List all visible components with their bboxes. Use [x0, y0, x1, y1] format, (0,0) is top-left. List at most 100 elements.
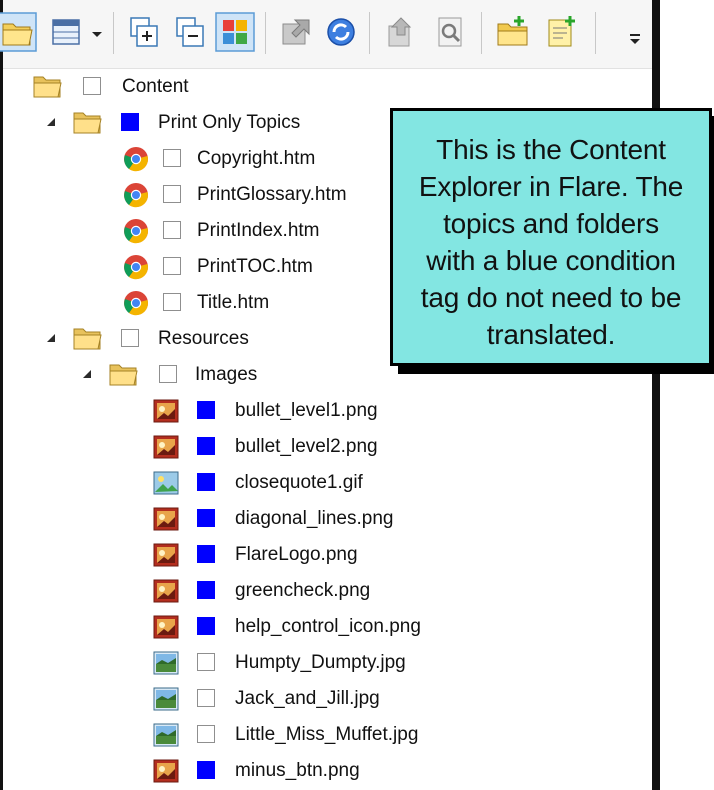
new-topic-icon[interactable] [541, 12, 581, 52]
condition-tag-empty [163, 185, 181, 203]
search-icon[interactable] [431, 12, 471, 52]
condition-tag-empty [163, 293, 181, 311]
tree-item-label: Title.htm [197, 292, 270, 313]
chrome-topic-icon [123, 218, 153, 244]
png-image-icon [153, 615, 183, 641]
toolbar-separator [265, 12, 266, 54]
tree-row-file[interactable]: bullet_level1.png [3, 392, 643, 429]
png-image-icon [153, 435, 183, 461]
show-files-icon[interactable] [215, 12, 255, 52]
tree-row-file[interactable]: FlareLogo.png [3, 536, 643, 573]
toolbar-separator [369, 12, 370, 54]
layout-icon[interactable] [47, 12, 87, 52]
tree-row-file[interactable]: Humpty_Dumpty.jpg [3, 644, 643, 681]
tree-row-file[interactable]: bullet_level2.png [3, 428, 643, 465]
dropdown-arrow-icon[interactable] [89, 12, 105, 52]
condition-tag-empty [163, 149, 181, 167]
png-image-icon [153, 507, 183, 533]
refresh-icon[interactable] [321, 12, 361, 52]
content-explorer-toolbar [0, 0, 653, 69]
jpg-image-icon [153, 687, 183, 713]
tree-item-label: Copyright.htm [197, 148, 316, 169]
tree-item-label: closequote1.gif [235, 472, 363, 493]
tree-item-label: help_control_icon.png [235, 616, 421, 637]
condition-tag-empty [163, 221, 181, 239]
folder-icon [73, 325, 103, 351]
toolbar-separator [481, 12, 482, 54]
chrome-topic-icon [123, 182, 153, 208]
folder-icon [73, 109, 103, 135]
png-image-icon [153, 399, 183, 425]
folder-icon [109, 361, 139, 387]
callout-line: tag do not need to be [420, 282, 682, 313]
open-folder-icon[interactable] [0, 12, 37, 52]
png-image-icon [153, 579, 183, 605]
expand-toggle-icon[interactable] [45, 116, 57, 128]
condition-tag-blue [197, 581, 215, 599]
folder-icon [33, 73, 63, 99]
tree-item-label: Resources [158, 328, 249, 349]
tree-item-label: Humpty_Dumpty.jpg [235, 652, 406, 673]
tree-item-label: PrintIndex.htm [197, 220, 320, 241]
gif-image-icon [153, 471, 183, 497]
tree-row-file[interactable]: Jack_and_Jill.jpg [3, 680, 643, 717]
tree-row-folder[interactable]: Content [3, 68, 643, 105]
export-icon[interactable] [277, 12, 317, 52]
tree-row-file[interactable]: diagonal_lines.png [3, 500, 643, 537]
chrome-topic-icon [123, 146, 153, 172]
png-image-icon [153, 543, 183, 569]
tree-item-label: minus_btn.png [235, 760, 360, 781]
chrome-topic-icon [123, 254, 153, 280]
jpg-image-icon [153, 723, 183, 749]
tree-item-label: Jack_and_Jill.jpg [235, 688, 380, 709]
condition-tag-blue [121, 113, 139, 131]
callout-line: translated. [486, 319, 616, 350]
condition-tag-blue [197, 617, 215, 635]
png-image-icon [153, 759, 183, 785]
tree-item-label: bullet_level1.png [235, 400, 378, 421]
condition-tag-blue [197, 545, 215, 563]
upload-icon[interactable] [381, 12, 421, 52]
tree-item-label: diagonal_lines.png [235, 508, 394, 529]
callout-line: Explorer in Flare. The [418, 171, 684, 202]
tree-row-file[interactable]: minus_btn.png [3, 752, 643, 789]
tree-item-label: FlareLogo.png [235, 544, 358, 565]
tree-item-label: bullet_level2.png [235, 436, 378, 457]
tree-item-label: Images [195, 364, 258, 385]
tree-row-file[interactable]: closequote1.gif [3, 464, 643, 501]
expand-toggle-icon[interactable] [45, 332, 57, 344]
new-folder-icon[interactable] [493, 12, 533, 52]
collapse-all-icon[interactable] [171, 12, 211, 52]
condition-tag-blue [197, 761, 215, 779]
callout-line: with a blue condition [426, 245, 676, 276]
tree-item-label: PrintTOC.htm [197, 256, 313, 277]
callout-line: topics and folders [443, 208, 659, 239]
condition-tag-empty [197, 653, 215, 671]
condition-tag-blue [197, 401, 215, 419]
condition-tag-blue [197, 509, 215, 527]
condition-tag-empty [121, 329, 139, 347]
condition-tag-blue [197, 473, 215, 491]
condition-tag-empty [197, 725, 215, 743]
toolbar-separator [595, 12, 596, 54]
condition-tag-blue [197, 437, 215, 455]
callout-text: This is the Content Explorer in Flare. T… [401, 131, 701, 353]
overflow-icon[interactable] [625, 12, 645, 52]
tree-row-file[interactable]: help_control_icon.png [3, 608, 643, 645]
annotation-callout: This is the Content Explorer in Flare. T… [390, 108, 712, 366]
tree-row-file[interactable]: greencheck.png [3, 572, 643, 609]
tree-item-label: greencheck.png [235, 580, 371, 601]
tree-row-file[interactable]: Little_Miss_Muffet.jpg [3, 716, 643, 753]
toolbar-separator [113, 12, 114, 54]
expand-toggle-icon[interactable] [81, 368, 93, 380]
tree-item-label: Little_Miss_Muffet.jpg [235, 724, 419, 745]
jpg-image-icon [153, 651, 183, 677]
expand-all-icon[interactable] [125, 12, 165, 52]
chrome-topic-icon [123, 290, 153, 316]
tree-item-label: Content [122, 76, 189, 97]
condition-tag-empty [197, 689, 215, 707]
condition-tag-empty [163, 257, 181, 275]
callout-line: This is the Content [436, 134, 666, 165]
condition-tag-empty [83, 77, 101, 95]
tree-item-label: PrintGlossary.htm [197, 184, 347, 205]
